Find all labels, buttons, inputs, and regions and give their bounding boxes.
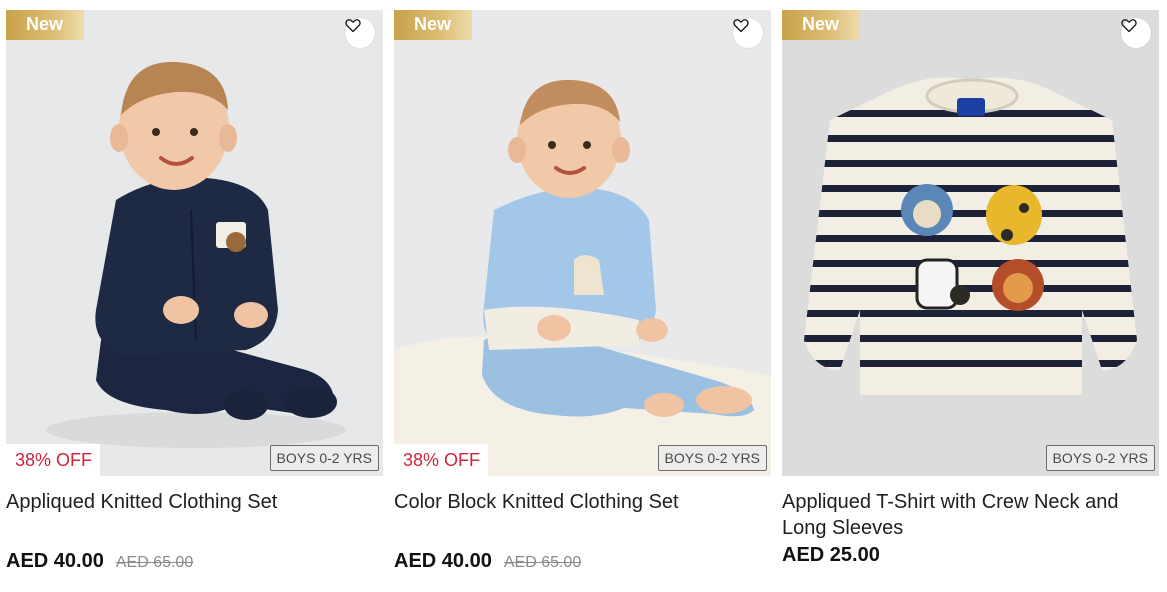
price-row: AED 40.00 AED 65.00 [394, 550, 771, 573]
new-badge: New [782, 10, 860, 40]
baby-blue-knit-photo [394, 10, 771, 476]
product-grid: New 38% OFF BOYS 0-2 YRS Appliqued Knitt… [0, 0, 1167, 592]
age-tag: BOYS 0-2 YRS [1045, 445, 1155, 471]
heart-outline-icon [733, 19, 749, 33]
wishlist-button[interactable] [733, 18, 763, 48]
product-card[interactable]: New 38% OFF BOYS 0-2 YRS Appliqued Knitt… [6, 10, 383, 573]
product-card[interactable]: New BOYS 0-2 YRS Appliqued T-Shirt with … [782, 10, 1159, 567]
baby-navy-knit-photo [6, 10, 383, 476]
product-title[interactable]: Appliqued Knitted Clothing Set [6, 489, 383, 541]
original-price: AED 65.00 [115, 554, 194, 571]
current-price: AED 25.00 [782, 544, 880, 566]
product-image[interactable]: New 38% OFF BOYS 0-2 YRS [394, 10, 771, 476]
new-badge: New [6, 10, 84, 40]
product-card[interactable]: New 38% OFF BOYS 0-2 YRS Color Block Kni… [394, 10, 771, 573]
product-title[interactable]: Appliqued T-Shirt with Crew Neck and Lon… [782, 489, 1159, 541]
heart-outline-icon [345, 19, 361, 33]
price-row: AED 40.00 AED 65.00 [6, 550, 383, 573]
current-price: AED 40.00 [6, 550, 104, 572]
discount-tag: 38% OFF [6, 444, 101, 476]
wishlist-button[interactable] [1121, 18, 1151, 48]
striped-tshirt-photo [782, 10, 1159, 476]
current-price: AED 40.00 [394, 550, 492, 572]
age-tag: BOYS 0-2 YRS [657, 445, 767, 471]
wishlist-button[interactable] [345, 18, 375, 48]
new-badge: New [394, 10, 472, 40]
heart-outline-icon [1121, 19, 1137, 33]
discount-tag: 38% OFF [394, 444, 489, 476]
product-title[interactable]: Color Block Knitted Clothing Set [394, 489, 771, 541]
product-image[interactable]: New BOYS 0-2 YRS [782, 10, 1159, 476]
product-image[interactable]: New 38% OFF BOYS 0-2 YRS [6, 10, 383, 476]
age-tag: BOYS 0-2 YRS [269, 445, 379, 471]
original-price: AED 65.00 [503, 554, 582, 571]
price-row: AED 25.00 [782, 544, 1159, 567]
